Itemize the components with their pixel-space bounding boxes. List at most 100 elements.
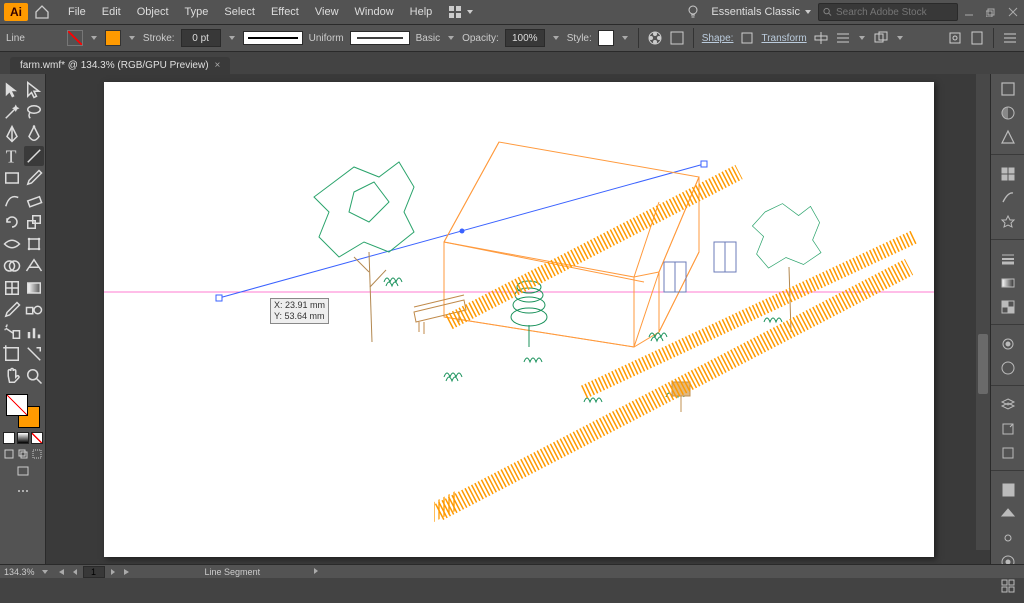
panel-more-icon[interactable] (999, 577, 1017, 595)
opacity-input[interactable] (505, 29, 545, 47)
tool-hand[interactable] (2, 366, 22, 386)
window-minimize[interactable] (958, 0, 980, 24)
draw-behind[interactable] (17, 448, 29, 460)
tool-lasso[interactable] (24, 102, 44, 122)
tool-rotate[interactable] (2, 212, 22, 232)
tool-rectangle[interactable] (2, 168, 22, 188)
prefs-icon[interactable] (1002, 30, 1018, 46)
search-box[interactable] (818, 3, 958, 21)
menu-window[interactable]: Window (347, 0, 402, 24)
stroke-dropdown[interactable] (127, 30, 137, 46)
canvas-area[interactable]: X: 23.91 mm Y: 53.64 mm (46, 74, 990, 564)
tool-blend[interactable] (24, 300, 44, 320)
artboard-first-icon[interactable] (55, 566, 67, 578)
snap-icon[interactable] (947, 30, 963, 46)
panel-asset-export-icon[interactable] (999, 420, 1017, 438)
fill-stroke-control[interactable] (6, 394, 40, 428)
layout-switcher[interactable] (448, 4, 474, 20)
panel-artboards-icon[interactable] (999, 444, 1017, 462)
tool-eyedropper[interactable] (2, 300, 22, 320)
panel-stroke-icon[interactable] (999, 250, 1017, 268)
tool-direct-selection[interactable] (24, 80, 44, 100)
tool-curvature[interactable] (24, 124, 44, 144)
vertical-scrollbar[interactable] (976, 74, 990, 550)
menu-object[interactable]: Object (129, 0, 177, 24)
tool-shape-builder[interactable] (2, 256, 22, 276)
arrange-icon[interactable] (873, 30, 889, 46)
menu-select[interactable]: Select (216, 0, 263, 24)
artboard-last-icon[interactable] (121, 566, 133, 578)
panel-color-icon[interactable] (999, 104, 1017, 122)
zoom-level[interactable]: 134.3% (4, 567, 35, 577)
discover-icon[interactable] (685, 4, 701, 20)
panel-links-icon[interactable] (999, 529, 1017, 547)
tool-mesh[interactable] (2, 278, 22, 298)
align-to-dropdown[interactable] (857, 30, 867, 46)
panel-brushes-icon[interactable] (999, 189, 1017, 207)
menu-help[interactable]: Help (402, 0, 441, 24)
tool-free-transform[interactable] (24, 234, 44, 254)
document-tab[interactable]: farm.wmf* @ 134.3% (RGB/GPU Preview) × (10, 57, 230, 74)
tool-width[interactable] (2, 234, 22, 254)
tool-gradient[interactable] (24, 278, 44, 298)
panel-appearance-icon[interactable] (999, 335, 1017, 353)
artboard-next-icon[interactable] (107, 566, 119, 578)
tool-line-segment[interactable] (24, 146, 44, 166)
window-close[interactable] (1002, 0, 1024, 24)
panel-layers-icon[interactable] (999, 396, 1017, 414)
brush-definition[interactable] (350, 31, 410, 45)
panel-graphic-styles-icon[interactable] (999, 359, 1017, 377)
draw-inside[interactable] (31, 448, 43, 460)
draw-normal[interactable] (3, 448, 15, 460)
variable-width-profile[interactable] (243, 31, 303, 45)
opacity-dropdown[interactable] (551, 30, 561, 46)
color-mode-solid[interactable] (3, 432, 15, 444)
transform-link[interactable]: Transform (761, 33, 806, 44)
color-mode-none[interactable] (31, 432, 43, 444)
menu-view[interactable]: View (307, 0, 347, 24)
graphic-style-swatch[interactable] (598, 30, 614, 46)
screen-mode[interactable] (16, 464, 30, 481)
panel-color-guide-icon[interactable] (999, 128, 1017, 146)
search-input[interactable] (836, 7, 953, 18)
zoom-dropdown-icon[interactable] (41, 568, 49, 576)
menu-edit[interactable]: Edit (94, 0, 129, 24)
close-tab-icon[interactable]: × (215, 60, 221, 71)
home-icon[interactable] (34, 4, 50, 20)
workspace-switcher[interactable]: Essentials Classic (711, 6, 812, 18)
panel-transparency-icon[interactable] (999, 298, 1017, 316)
artboard-number-input[interactable] (83, 566, 105, 578)
panel-gradient-icon[interactable] (999, 274, 1017, 292)
style-dropdown[interactable] (620, 30, 630, 46)
edit-toolbar[interactable] (16, 485, 30, 497)
panel-learn-icon[interactable] (999, 505, 1017, 523)
stroke-weight-dropdown[interactable] (227, 30, 237, 46)
tool-symbol-sprayer[interactable] (2, 322, 22, 342)
tool-pen[interactable] (2, 124, 22, 144)
doc-setup-icon[interactable] (969, 30, 985, 46)
tool-selection[interactable] (2, 80, 22, 100)
fill-color-indicator[interactable] (6, 394, 28, 416)
tool-zoom[interactable] (24, 366, 44, 386)
recolor-icon[interactable] (647, 30, 663, 46)
shape-link[interactable]: Shape: (702, 33, 734, 44)
tool-type[interactable]: T (2, 146, 22, 166)
fill-swatch[interactable] (67, 30, 83, 46)
arrange-dropdown[interactable] (895, 30, 905, 46)
menu-effect[interactable]: Effect (263, 0, 307, 24)
tool-artboard[interactable] (2, 344, 22, 364)
color-mode-gradient[interactable] (17, 432, 29, 444)
menu-file[interactable]: File (60, 0, 94, 24)
panel-libraries-icon[interactable] (999, 481, 1017, 499)
window-restore[interactable] (980, 0, 1002, 24)
brush-dropdown[interactable] (446, 30, 456, 46)
vertical-scrollbar-thumb[interactable] (978, 334, 988, 394)
tool-shaper[interactable] (2, 190, 22, 210)
tool-slice[interactable] (24, 344, 44, 364)
align-to-icon[interactable] (835, 30, 851, 46)
panel-symbols-icon[interactable] (999, 213, 1017, 231)
tool-perspective-grid[interactable] (24, 256, 44, 276)
isolate-icon[interactable] (813, 30, 829, 46)
artboard-prev-icon[interactable] (69, 566, 81, 578)
tool-magic-wand[interactable] (2, 102, 22, 122)
